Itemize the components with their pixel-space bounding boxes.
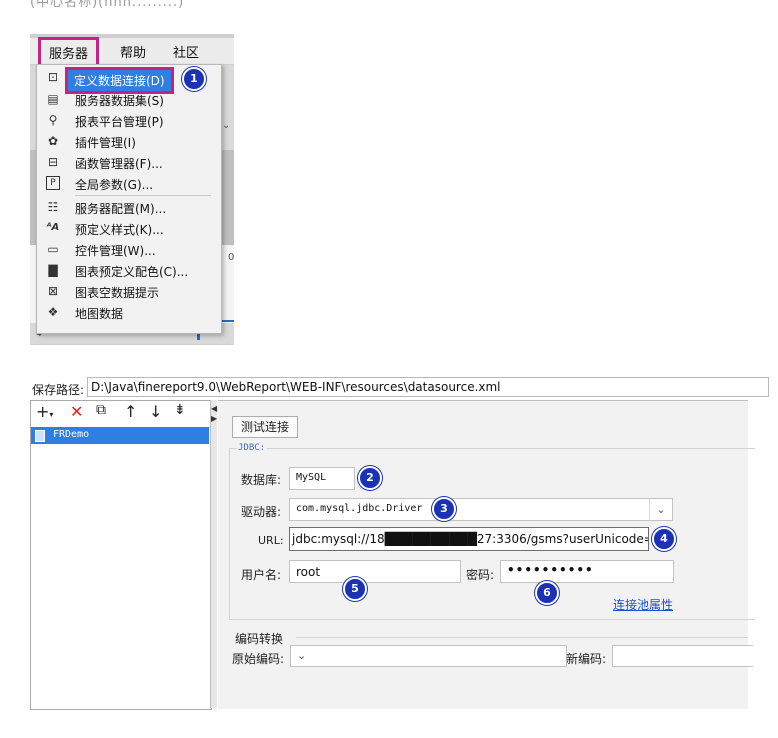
- map-icon: ❖: [47, 305, 59, 319]
- database-value: MySQL: [296, 472, 327, 483]
- menu-item-label: 插件管理(I): [75, 136, 136, 150]
- menu-item-plugin-management[interactable]: ✿ 插件管理(I): [37, 131, 221, 152]
- menu-item-label: 图表空数据提示: [75, 286, 160, 300]
- move-up-icon[interactable]: ↑: [124, 402, 137, 421]
- window-title: (中心名称)(hhh.........): [30, 0, 185, 10]
- chevron-down-icon: ⌄: [222, 120, 231, 131]
- username-value: root: [296, 565, 321, 579]
- widget-icon: ▭: [47, 242, 59, 256]
- style-icon: ᴬA: [46, 222, 60, 233]
- menu-item-label: 地图数据: [75, 307, 124, 321]
- password-value: ••••••••••: [507, 563, 594, 577]
- password-label: 密码:: [466, 568, 495, 582]
- encoding-divider: [296, 637, 748, 638]
- original-encoding-label: 原始编码:: [232, 652, 285, 666]
- cell-value: 0: [228, 252, 235, 263]
- menu-item-label: 预定义样式(K)...: [75, 223, 164, 237]
- database-icon: [35, 430, 45, 442]
- test-connection-button[interactable]: 测试连接: [232, 416, 298, 438]
- menu-item-label: 报表平台管理(P): [75, 115, 164, 129]
- step-badge-4: 4: [652, 527, 676, 551]
- menu-item-label: 图表预定义配色(C)...: [75, 265, 189, 279]
- connection-item-label: FRDemo: [53, 429, 90, 440]
- empty-data-icon: ⊠: [47, 284, 59, 298]
- new-encoding-label: 新编码:: [566, 652, 607, 666]
- menu-item-predefined-style[interactable]: ᴬA 预定义样式(K)...: [37, 218, 221, 239]
- panel-splitter[interactable]: [210, 400, 217, 708]
- menu-separator: [75, 195, 211, 196]
- expand-right-icon[interactable]: ▶: [211, 414, 217, 423]
- parameter-icon: P: [46, 176, 60, 190]
- save-path-label: 保存路径:: [32, 383, 85, 397]
- connection-list-panel: [30, 400, 212, 710]
- username-input[interactable]: root: [289, 560, 461, 583]
- chart-icon: ▇: [48, 263, 58, 277]
- url-label: URL:: [258, 534, 284, 547]
- menubar: 服务器 帮助 社区: [30, 37, 234, 68]
- original-encoding-select[interactable]: ⌄: [290, 645, 567, 667]
- menu-item-label: 服务器配置(M)...: [75, 202, 167, 216]
- menu-community[interactable]: 社区: [173, 42, 199, 61]
- database-select[interactable]: MySQL: [289, 467, 355, 490]
- save-path-value: D:\Java\finereport9.0\WebReport\WEB-INF\…: [91, 380, 501, 394]
- collapse-left-icon[interactable]: ◀: [211, 404, 217, 413]
- chevron-down-icon[interactable]: ⌄: [297, 649, 564, 662]
- menu-help[interactable]: 帮助: [120, 42, 146, 61]
- chevron-down-icon[interactable]: ⌄: [649, 499, 672, 520]
- step-badge-6: 6: [535, 581, 559, 605]
- server-config-icon: ☷: [47, 200, 59, 214]
- function-icon: ⊟: [47, 155, 59, 169]
- url-input[interactable]: jdbc:mysql://18██████████27:3306/gsms?us…: [289, 527, 649, 551]
- driver-select[interactable]: com.mysql.jdbc.Driver ⌄: [289, 498, 673, 521]
- dataset-icon: ▤: [47, 92, 59, 106]
- database-label: 数据库:: [241, 473, 282, 487]
- step-badge-5: 5: [343, 577, 367, 601]
- driver-label: 驱动器:: [241, 505, 282, 519]
- menu-item-server-dataset[interactable]: ▤ 服务器数据集(S): [37, 89, 221, 110]
- save-path-field[interactable]: D:\Java\finereport9.0\WebReport\WEB-INF\…: [87, 377, 769, 397]
- menu-item-label: 控件管理(W)...: [75, 244, 156, 258]
- menu-item-chart-empty-data[interactable]: ⊠ 图表空数据提示: [37, 281, 221, 302]
- jdbc-legend: JDBC:: [236, 443, 268, 453]
- menu-item-platform-management[interactable]: ⚲ 报表平台管理(P): [37, 110, 221, 131]
- menu-item-label: 服务器数据集(S): [75, 94, 164, 108]
- connection-pool-link[interactable]: 连接池属性: [613, 596, 673, 613]
- connection-item-frdemo[interactable]: FRDemo: [31, 427, 209, 444]
- server-dropdown-menu: ⊡ 定义数据连接(D) ▤ 服务器数据集(S) ⚲ 报表平台管理(P) ✿ 插件…: [36, 64, 222, 334]
- step-badge-3: 3: [432, 497, 456, 521]
- move-down-icon[interactable]: ↓: [149, 402, 162, 421]
- step-badge-1: 1: [182, 67, 206, 91]
- plugin-icon: ✿: [47, 134, 59, 148]
- copy-icon[interactable]: ⧉: [96, 402, 106, 418]
- user-icon: ⚲: [48, 113, 58, 127]
- sort-icon[interactable]: ⇟: [174, 402, 186, 418]
- menu-item-label: 全局参数(G)...: [75, 178, 154, 192]
- new-encoding-select[interactable]: [612, 645, 753, 667]
- step-badge-2: 2: [358, 466, 382, 490]
- encoding-section-title: 编码转换: [235, 632, 284, 646]
- password-input[interactable]: ••••••••••: [500, 560, 674, 583]
- menu-item-chart-colors[interactable]: ▇ 图表预定义配色(C)...: [37, 260, 221, 281]
- menu-item-label: 函数管理器(F)...: [75, 157, 163, 171]
- menu-item-global-parameters[interactable]: P 全局参数(G)...: [37, 173, 221, 194]
- url-value: jdbc:mysql://18██████████27:3306/gsms?us…: [292, 532, 648, 546]
- driver-value: com.mysql.jdbc.Driver: [296, 503, 423, 514]
- menu-item-function-manager[interactable]: ⊟ 函数管理器(F)...: [37, 152, 221, 173]
- menu-item-map-data[interactable]: ❖ 地图数据: [37, 302, 221, 323]
- add-icon[interactable]: +▾: [36, 402, 53, 421]
- menu-item-widget-management[interactable]: ▭ 控件管理(W)...: [37, 239, 221, 260]
- menu-item-server-config[interactable]: ☷ 服务器配置(M)...: [37, 197, 221, 218]
- cell-selection-marker: [222, 320, 234, 322]
- delete-icon[interactable]: ✕: [70, 402, 83, 421]
- window-title-cut: (中心名称)(hhh.........): [30, 0, 234, 34]
- username-label: 用户名:: [241, 568, 282, 582]
- connection-icon: ⊡: [47, 70, 59, 84]
